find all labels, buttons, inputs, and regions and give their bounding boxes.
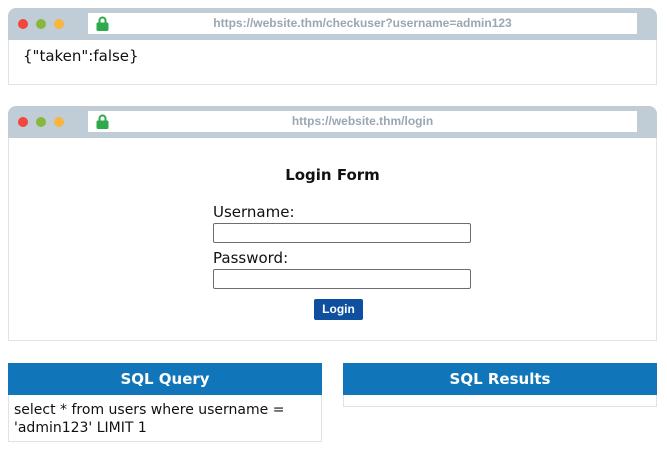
login-page-content: Login Form Username: Password: Login <box>8 138 657 341</box>
sql-results-panel: SQL Results <box>343 363 657 407</box>
close-dot-icon[interactable] <box>18 117 28 127</box>
address-bar[interactable]: https://website.thm/login <box>88 111 637 132</box>
address-url: https://website.thm/login <box>291 114 434 128</box>
username-input[interactable] <box>213 223 471 243</box>
address-url: https://website.thm/checkuser?username=a… <box>213 16 512 30</box>
page-content: {"taken":false} <box>8 40 657 85</box>
username-label: Username: <box>213 203 295 221</box>
maximize-dot-icon[interactable] <box>54 19 64 29</box>
password-input[interactable] <box>213 269 471 289</box>
minimize-dot-icon[interactable] <box>36 117 46 127</box>
sql-results-header: SQL Results <box>343 363 657 395</box>
minimize-dot-icon[interactable] <box>36 19 46 29</box>
sql-query-header: SQL Query <box>8 363 322 395</box>
sql-query-text: select * from users where username = 'ad… <box>8 395 322 442</box>
address-bar[interactable]: https://website.thm/checkuser?username=a… <box>88 13 637 34</box>
browser-titlebar: https://website.thm/checkuser?username=a… <box>8 8 657 40</box>
password-label: Password: <box>213 249 289 267</box>
json-response-text: {"taken":false} <box>23 47 139 65</box>
maximize-dot-icon[interactable] <box>54 117 64 127</box>
browser-titlebar: https://website.thm/login <box>8 106 657 138</box>
sql-results-body <box>343 395 657 407</box>
close-dot-icon[interactable] <box>18 19 28 29</box>
form-title: Login Form <box>285 166 380 184</box>
sql-query-panel: SQL Query select * from users where user… <box>8 363 322 442</box>
login-button[interactable]: Login <box>314 299 363 320</box>
